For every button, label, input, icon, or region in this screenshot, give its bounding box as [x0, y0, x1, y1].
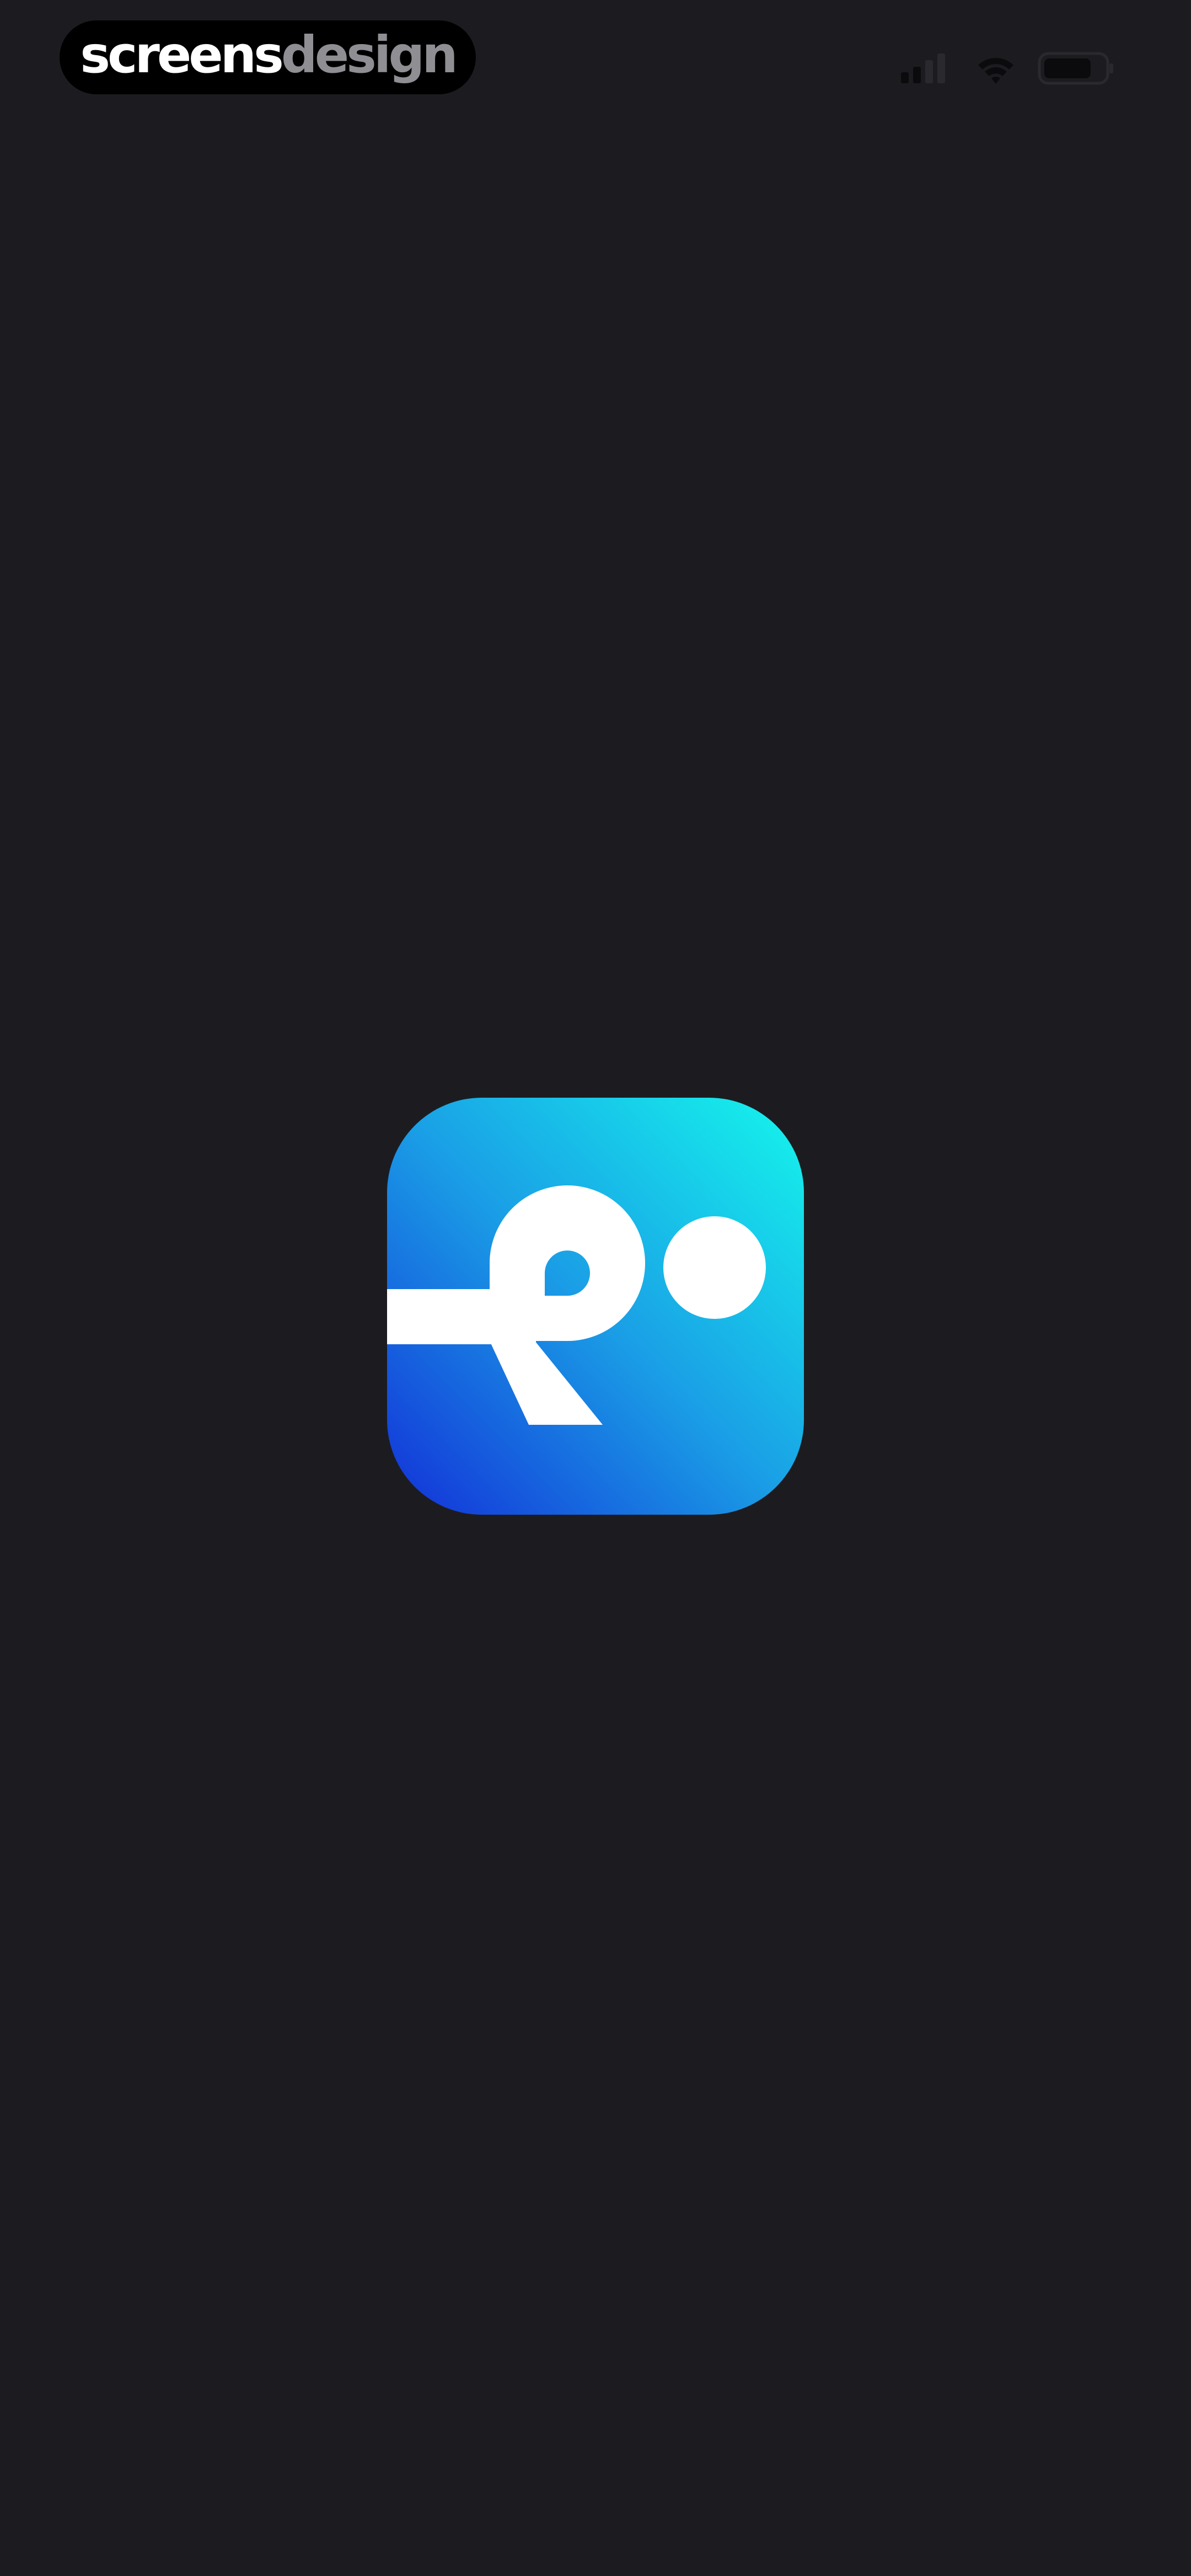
splash-screen: { "status_bar": { "brand_part1": "screen… [0, 0, 1191, 2576]
wifi-icon [976, 55, 1016, 86]
status-bar: screensdesign [0, 0, 1191, 127]
brand-wordmark-secondary: design [281, 25, 458, 84]
app-logo-icon [387, 1098, 804, 1515]
app-logo [387, 1098, 804, 1515]
battery-icon [1038, 51, 1115, 86]
brand-watermark: screensdesign [60, 20, 476, 94]
signal-icon [899, 52, 954, 85]
brand-wordmark-primary: screens [80, 25, 284, 84]
brand-wordmark: screensdesign [80, 30, 458, 81]
